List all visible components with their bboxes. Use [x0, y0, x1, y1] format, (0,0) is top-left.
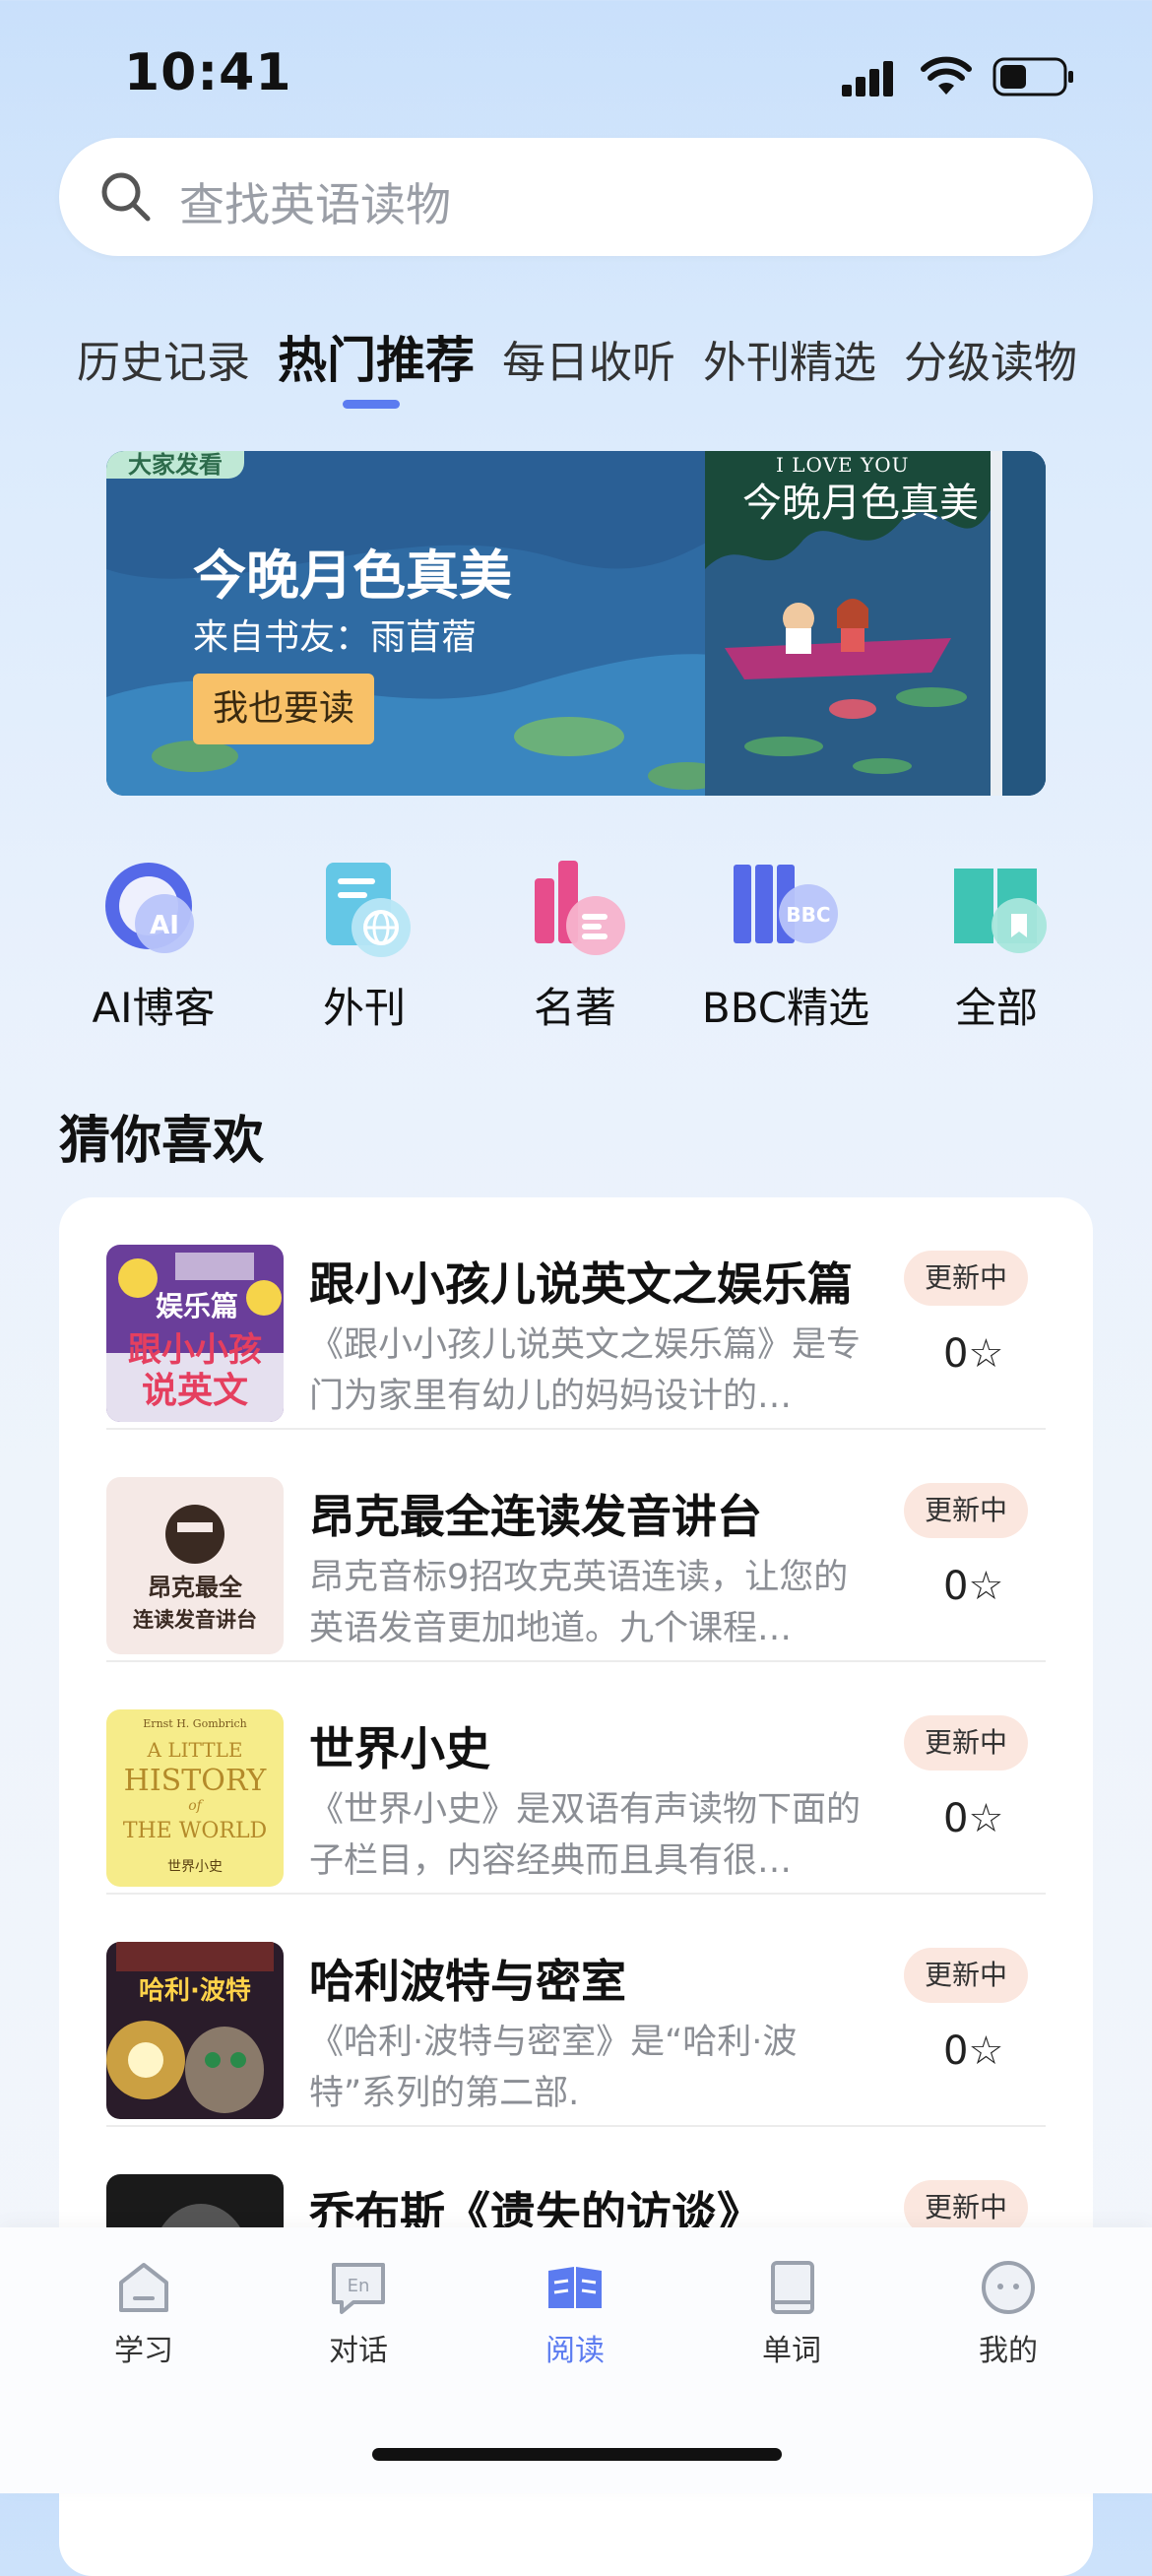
book-cover: 昂克最全 连读发音讲台: [106, 1477, 284, 1654]
banner-title: 今晚月色真美: [193, 545, 512, 607]
cover-text: THE WORLD: [123, 1819, 267, 1843]
study-icon: [119, 2263, 168, 2312]
banner-subtitle: 来自书友：雨苜蓿: [193, 617, 478, 658]
wifi-icon: [921, 56, 972, 95]
tab-daily-listening[interactable]: 每日收听: [502, 327, 675, 390]
status-badge: 更新中: [904, 1948, 1028, 2003]
classics-icon: [535, 861, 625, 955]
book-cover-title: 今晚月色真美: [742, 481, 979, 526]
svg-text:AI: AI: [150, 911, 179, 940]
svg-text:En: En: [348, 2276, 370, 2296]
section-title: 猜你喜欢: [59, 1112, 265, 1171]
search-icon: [101, 172, 151, 222]
nav-label: 我的: [979, 2334, 1038, 2368]
cover-text: Ernst H. Gombrich: [143, 1717, 246, 1730]
status-time: 10:41: [124, 43, 292, 102]
book-cover: Ernst H. Gombrich A LITTLE HISTORY of TH…: [106, 1709, 284, 1887]
category-label: 全部: [954, 984, 1038, 1032]
item-title: 跟小小孩儿说英文之娱乐篇: [309, 1257, 853, 1311]
magazine-icon: [326, 863, 411, 957]
cover-text: 娱乐篇: [156, 1290, 238, 1322]
category-bbc[interactable]: BBC BBC精选: [687, 857, 884, 1035]
status-badge: 更新中: [904, 1251, 1028, 1306]
battery-icon: [992, 57, 1073, 97]
book-cover: 哈利·波特: [106, 1942, 284, 2119]
cover-text: A LITTLE: [147, 1738, 243, 1762]
list-item[interactable]: 娱乐篇 跟小小孩 说英文 跟小小孩儿说英文之娱乐篇 《跟小小孩儿说英文之娱乐篇》…: [106, 1197, 1046, 1430]
bbc-icon: BBC: [734, 865, 838, 943]
item-description: 《世界小史》是双语有声读物下面的子栏目，内容经典而且具有很…: [309, 1790, 861, 1881]
item-description: 昂克音标9招攻克英语连读，让您的英语发音更加地道。九个课程…: [309, 1558, 849, 1648]
list-item[interactable]: 哈利·波特 哈利波特与密室 《哈利·波特与密室》是“哈利·波特”系列的第二部. …: [106, 1895, 1046, 2127]
nav-label: 单词: [762, 2334, 821, 2368]
status-bar: 10:41: [0, 0, 1152, 138]
tab-active-indicator: [343, 400, 400, 409]
nav-label: 阅读: [545, 2334, 605, 2368]
item-title: 哈利波特与密室: [309, 1955, 626, 2008]
category-magazine[interactable]: 外刊: [266, 857, 463, 1035]
category-label: 外刊: [322, 984, 406, 1032]
list-item[interactable]: 昂克最全 连读发音讲台 昂克最全连读发音讲台 昂克音标9招攻克英语连读，让您的英…: [106, 1430, 1046, 1662]
svg-text:BBC: BBC: [786, 903, 830, 927]
reading-icon: [548, 2267, 602, 2308]
nav-profile[interactable]: 我的: [939, 2257, 1077, 2369]
nav-label: 学习: [114, 2334, 173, 2368]
category-classics[interactable]: 名著: [477, 857, 673, 1035]
tab-hot-picks[interactable]: 热门推荐: [278, 321, 475, 392]
banner-badge: 大家发看: [106, 451, 244, 479]
status-badge: 更新中: [904, 1715, 1028, 1771]
book-cover: 娱乐篇 跟小小孩 说英文: [106, 1245, 284, 1422]
category-label: AI博客: [92, 984, 216, 1032]
featured-banner[interactable]: 大家发看 今晚月色真美 来自书友：雨苜蓿 我也要读 I LOVE YOU 今晚月…: [106, 451, 1046, 796]
cover-text: 说英文: [142, 1371, 248, 1411]
nav-reading[interactable]: 阅读: [506, 2257, 644, 2369]
read-too-button[interactable]: 我也要读: [193, 674, 374, 744]
book-cover-art: 昂克最全 连读发音讲台: [106, 1477, 284, 1654]
cover-text: 连读发音讲台: [133, 1608, 257, 1632]
status-badge: 更新中: [904, 1483, 1028, 1538]
book-cover-art: Ernst H. Gombrich A LITTLE HISTORY of TH…: [106, 1709, 284, 1887]
category-shortcuts: AI AI博客 外刊 名著 BBC BBC精选 全部: [0, 857, 1152, 1054]
nav-dialogue[interactable]: En 对话: [289, 2257, 427, 2369]
cover-text: 世界小史: [167, 1859, 223, 1875]
tab-bar: 历史记录 热门推荐 每日收听 外刊精选 分级读物: [0, 315, 1152, 423]
signal-icon: [842, 61, 893, 97]
ai-blog-icon: AI: [105, 863, 194, 953]
tab-foreign-magazines[interactable]: 外刊精选: [703, 327, 876, 390]
home-indicator[interactable]: [372, 2448, 782, 2461]
favorite-count[interactable]: 0☆: [943, 1331, 1003, 1377]
category-ai-blog[interactable]: AI AI博客: [55, 857, 252, 1035]
category-all[interactable]: 全部: [898, 857, 1095, 1035]
favorite-count[interactable]: 0☆: [943, 2029, 1003, 2074]
nav-study[interactable]: 学习: [75, 2257, 213, 2369]
tab-graded-readers[interactable]: 分级读物: [904, 327, 1077, 390]
tab-history[interactable]: 历史记录: [77, 327, 250, 390]
cover-text: 跟小小孩: [128, 1330, 262, 1370]
search-placeholder: 查找英语读物: [179, 178, 451, 231]
cover-text: 昂克最全: [148, 1574, 243, 1601]
cover-text: HISTORY: [124, 1764, 268, 1798]
book-cover-art: 娱乐篇 跟小小孩 说英文: [106, 1245, 284, 1422]
item-title: 昂克最全连读发音讲台: [309, 1490, 762, 1543]
item-description: 《哈利·波特与密室》是“哈利·波特”系列的第二部.: [309, 2023, 798, 2113]
cover-text: 哈利·波特: [139, 1975, 251, 2006]
all-books-icon: [954, 869, 1047, 953]
book-cover-art: 哈利·波特: [106, 1942, 284, 2119]
profile-icon: [982, 2261, 1035, 2314]
vocabulary-icon: [771, 2261, 814, 2314]
dialogue-icon: En: [332, 2263, 385, 2314]
category-label: BBC精选: [701, 984, 870, 1032]
favorite-count[interactable]: 0☆: [943, 1796, 1003, 1841]
nav-vocabulary[interactable]: 单词: [723, 2257, 861, 2369]
list-item[interactable]: Ernst H. Gombrich A LITTLE HISTORY of TH…: [106, 1662, 1046, 1895]
nav-label: 对话: [329, 2334, 388, 2368]
item-description: 《跟小小孩儿说英文之娱乐篇》是专门为家里有幼儿的妈妈设计的…: [309, 1325, 861, 1416]
item-title: 世界小史: [309, 1722, 490, 1775]
category-label: 名著: [533, 984, 616, 1032]
search-input[interactable]: 查找英语读物: [59, 138, 1093, 256]
favorite-count[interactable]: 0☆: [943, 1564, 1003, 1609]
